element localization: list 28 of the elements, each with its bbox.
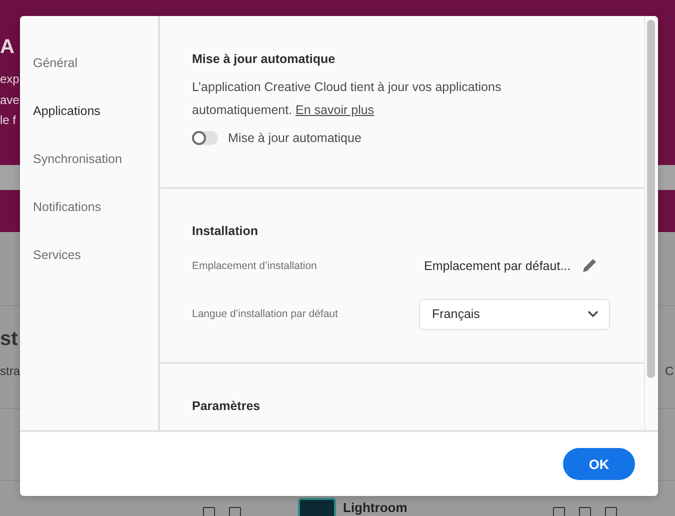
section-description: L’application Creative Cloud tient à jour vos applications automatiquement. En savoir plus [192, 79, 502, 119]
sidebar-item[interactable]: Applications [33, 102, 158, 121]
background-text: stra [0, 364, 20, 378]
section-title: Mise à jour automatique [192, 51, 336, 68]
install-location-value: Emplacement par défaut... [424, 259, 571, 273]
toggle-switch[interactable] [192, 131, 218, 145]
learn-more-link[interactable]: En savoir plus [296, 103, 374, 117]
app-name: Lightroom [343, 500, 408, 515]
background-text: exp [0, 72, 20, 86]
toggle-label: Mise à jour automatique [228, 131, 362, 145]
setting-label: Emplacement d’installation [192, 260, 318, 272]
background-text: le f [0, 113, 16, 127]
sidebar-item[interactable]: Notifications [33, 198, 158, 217]
section-title: Paramètres [192, 398, 262, 415]
sidebar-item[interactable]: Général [33, 54, 158, 73]
section-title: Installation [192, 223, 259, 240]
scrollbar-thumb[interactable] [647, 20, 655, 378]
chevron-down-icon [587, 310, 599, 318]
background-text: C [665, 364, 674, 378]
background-text: A [0, 36, 14, 59]
setting-label: Langue d’installation par défaut [192, 308, 339, 320]
ok-button[interactable]: OK [563, 448, 635, 480]
language-dropdown[interactable]: Français [419, 298, 610, 330]
sidebar-item[interactable]: Services [33, 246, 158, 265]
pencil-icon[interactable] [580, 258, 597, 274]
background-text: ave [0, 93, 20, 107]
sidebar-item[interactable]: Synchronisation [33, 150, 158, 169]
background-text: st [0, 328, 18, 351]
